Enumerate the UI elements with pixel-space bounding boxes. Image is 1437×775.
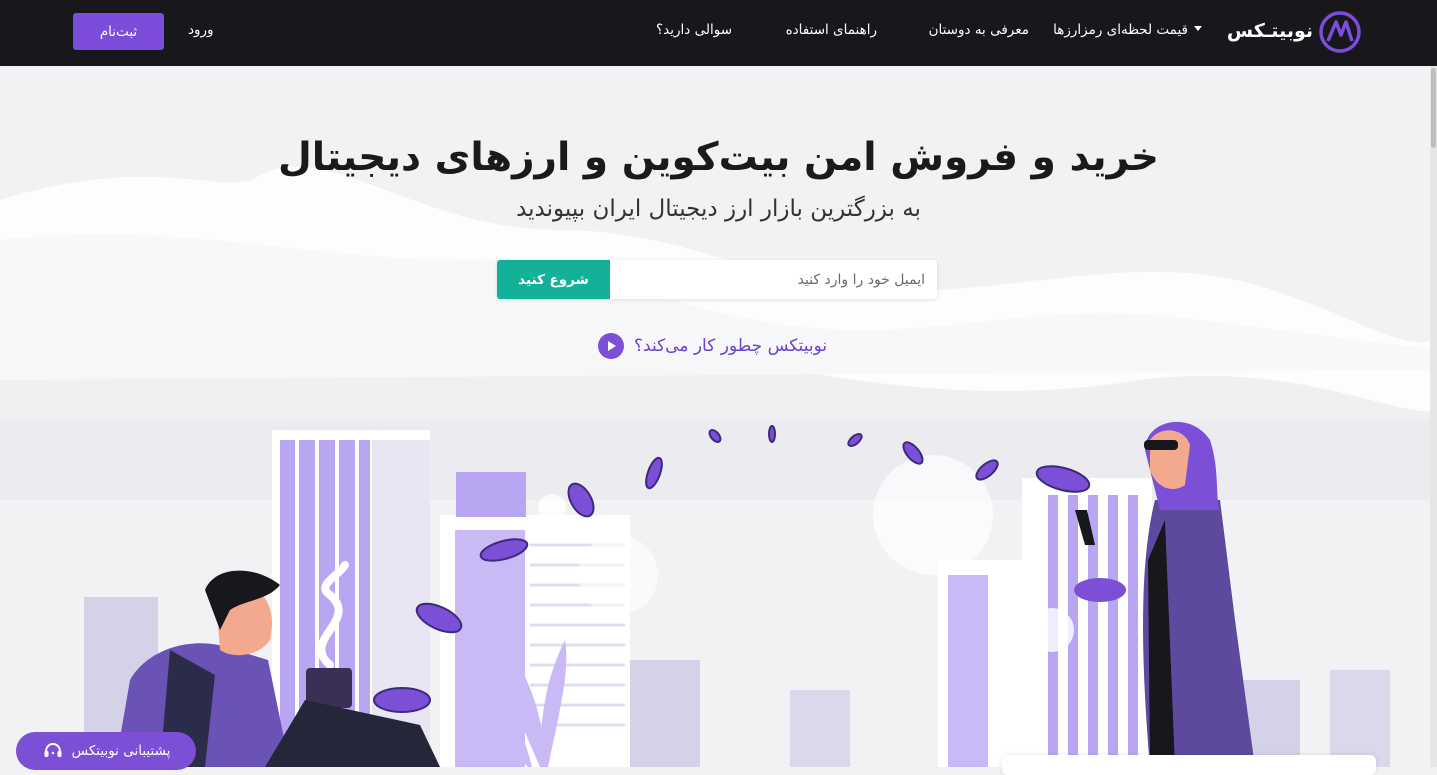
start-button[interactable]: شروع کنید (497, 260, 610, 299)
headset-icon (44, 742, 62, 757)
email-input[interactable] (610, 260, 937, 299)
hero-illustration (0, 166, 1437, 767)
hero-title: خرید و فروش امن بیت‌کوین و ارزهای دیجیتا… (277, 135, 1160, 180)
signup-form: شروع کنید (497, 260, 937, 299)
support-label: پشتیبانی نوبیتکس (71, 743, 171, 759)
bottom-card (1002, 755, 1376, 775)
how-it-works-link[interactable]: نوبیتکس چطور کار می‌کند؟ (598, 333, 827, 359)
hero-subtitle: به بزرگترین بازار ارز دیجیتال ایران بپیو… (516, 196, 921, 222)
how-it-works-label: نوبیتکس چطور کار می‌کند؟ (634, 336, 828, 356)
support-button[interactable]: پشتیبانی نوبیتکس (16, 732, 196, 770)
play-icon (598, 333, 624, 359)
